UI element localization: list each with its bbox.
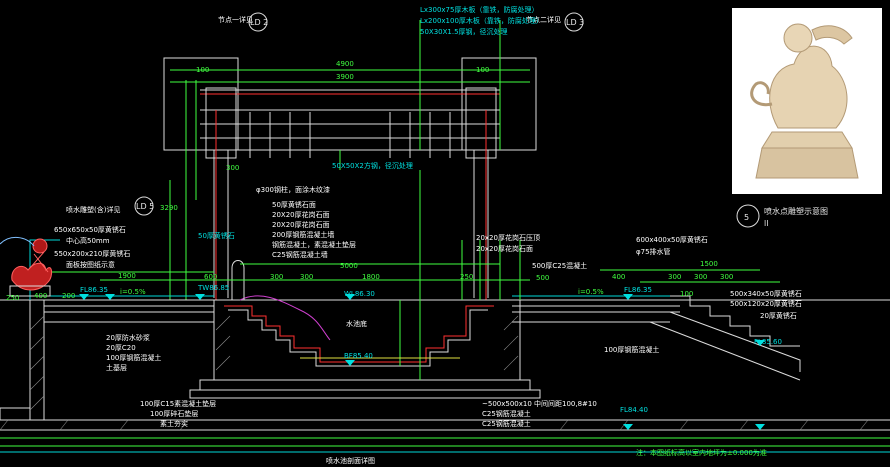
dim-4900: 4900 [336, 60, 354, 68]
dim-400-right: 400 [612, 273, 625, 281]
level-fl-stair: FL85.60 [754, 338, 782, 346]
cad-drawing: 节点一详见 LD 2 节点二详见 LD 3 LD 5 Lx300x75厚木板（靠… [0, 0, 890, 467]
right-note-6: 500x340x50厚黄锈石 [730, 289, 802, 298]
wall-note-2: 50厚黄锈石面 [272, 200, 316, 209]
bottom-note-3: C25钢筋混凝土 [482, 419, 531, 428]
dim-100-left: 100 [196, 66, 209, 74]
right-note-8: 20厚黄锈石 [760, 311, 797, 320]
slope-right: i=0.5% [578, 288, 604, 296]
level-fl-left: FL86.35 [80, 286, 108, 294]
level-fl-bottom: FL84.40 [620, 406, 648, 414]
sculpture-sub: ll [764, 219, 768, 228]
sculpture-number: 5 [744, 213, 749, 222]
base-note-2: 100厚碎石垫层 [150, 409, 198, 418]
mid-note-1: 20厚防水砂浆 [106, 333, 150, 342]
dim-5000: 5000 [340, 262, 358, 270]
dim-1800: 1800 [362, 273, 380, 281]
dim-300-r2: 300 [694, 273, 707, 281]
dim-400: 400 [34, 292, 47, 300]
sculpture-photo [732, 8, 882, 194]
dim-300-top: 300 [226, 164, 239, 172]
right-note-7: 500x120x20厚黄锈石 [730, 299, 802, 308]
fountain-sculpture-icon [0, 237, 53, 297]
dim-100-right: 100 [476, 66, 489, 74]
ld2-tag: LD 2 [250, 18, 268, 27]
stone-note-2b: 面板按图纸示意 [66, 260, 115, 269]
bottom-note-2: C25钢筋混凝土 [482, 409, 531, 418]
wall-note-8: 50厚黄锈石 [198, 231, 235, 240]
beam-note-2: Lx200x100厚木板（靠铁，防腐处理） [420, 16, 543, 25]
right-note-1: 20x20厚花岗石压顶 [476, 233, 540, 242]
wall-note-5: 200厚钢筋混凝土墙 [272, 230, 334, 239]
drawing-note: 注：本图纸标高以室内地坪为±0.000为准 [636, 448, 767, 457]
wall-note-4: 20X20厚花岗石面 [272, 220, 330, 229]
level-tw: TW86.85 [197, 284, 229, 292]
dim-300-b: 300 [300, 273, 313, 281]
mid-note-2: 20厚C20 [106, 344, 136, 352]
dim-3290: 3290 [160, 204, 178, 212]
tube-note: 50X50X2方钢，径沉处理 [332, 161, 413, 170]
right-note-5: φ75排水管 [636, 247, 671, 256]
dim-1500: 1500 [700, 260, 718, 268]
beam-note-1: Lx300x75厚木板（靠铁，防腐处理） [420, 5, 538, 14]
wall-note-3: 20X20厚花岗石面 [272, 210, 330, 219]
dim-600: 600 [204, 273, 217, 281]
dim-250-left: 250 [6, 294, 19, 302]
level-fl-right: FL86.35 [624, 286, 652, 294]
dim-500: 500 [536, 274, 549, 282]
dim-300-r1: 300 [668, 273, 681, 281]
base-note-1: 100厚C15素混凝土垫层 [140, 399, 216, 408]
sculpture-caption: 喷水点雕塑示意图 [764, 206, 828, 216]
stone-note-2: 550x200x210厚黄锈石 [54, 249, 130, 258]
dim-100-right2: 100 [680, 290, 693, 298]
dim-300-a: 300 [270, 273, 283, 281]
dim-300-r3: 300 [720, 273, 733, 281]
dim-200: 200 [62, 292, 75, 300]
callout-markers [134, 12, 760, 228]
level-bf: BF85.40 [344, 352, 373, 360]
dim-3900: 3900 [336, 73, 354, 81]
ld3-tag: LD 3 [566, 18, 584, 27]
drawing-caption: 喷水池剖面详图 [326, 456, 375, 465]
wall-note-1: φ300钢柱，面涂木纹漆 [256, 185, 330, 194]
pool-bottom-label: 水池底 [346, 319, 367, 328]
right-note-3: 500厚C25混凝土 [532, 261, 587, 270]
ground-structure [0, 170, 890, 453]
node1-label: 节点一详见 [218, 15, 253, 24]
beam-note-3: 50X30X1.5厚钢，径沉处理 [420, 27, 508, 36]
bottom-note-1: ~500x500x10 中间间距100,8#10 [482, 399, 597, 408]
wall-note-6: 钢筋混凝土，素混凝土垫层 [272, 240, 356, 249]
stone-note-1b: 中心高50mm [66, 236, 110, 245]
dim-1900: 1900 [118, 272, 136, 280]
ld5-tag: LD 5 [136, 202, 154, 211]
mid-note-3: 100厚钢筋混凝土 [106, 353, 161, 362]
slope-left: i=0.5% [120, 288, 146, 296]
base-note-3: 素土夯实 [160, 419, 188, 428]
right-note-4: 600x400x50厚黄锈石 [636, 235, 708, 244]
level-wl: WL86.30 [344, 290, 375, 298]
bottom-note-4: 100厚钢筋混凝土 [604, 345, 659, 354]
dim-250: 250 [460, 273, 473, 281]
mid-note-4: 土基层 [106, 363, 127, 372]
wall-note-7: C25钢筋混凝土墙 [272, 250, 328, 259]
annotations: 节点一详见 LD 2 节点二详见 LD 3 LD 5 Lx300x75厚木板（靠… [6, 5, 828, 465]
fountain-note: 喷水雕塑(含)详见 [66, 205, 120, 214]
right-note-2: 20x20厚花岗石面 [476, 244, 533, 253]
sculpture-image [732, 8, 882, 194]
stone-note-1: 650x650x50厚黄锈石 [54, 225, 126, 234]
